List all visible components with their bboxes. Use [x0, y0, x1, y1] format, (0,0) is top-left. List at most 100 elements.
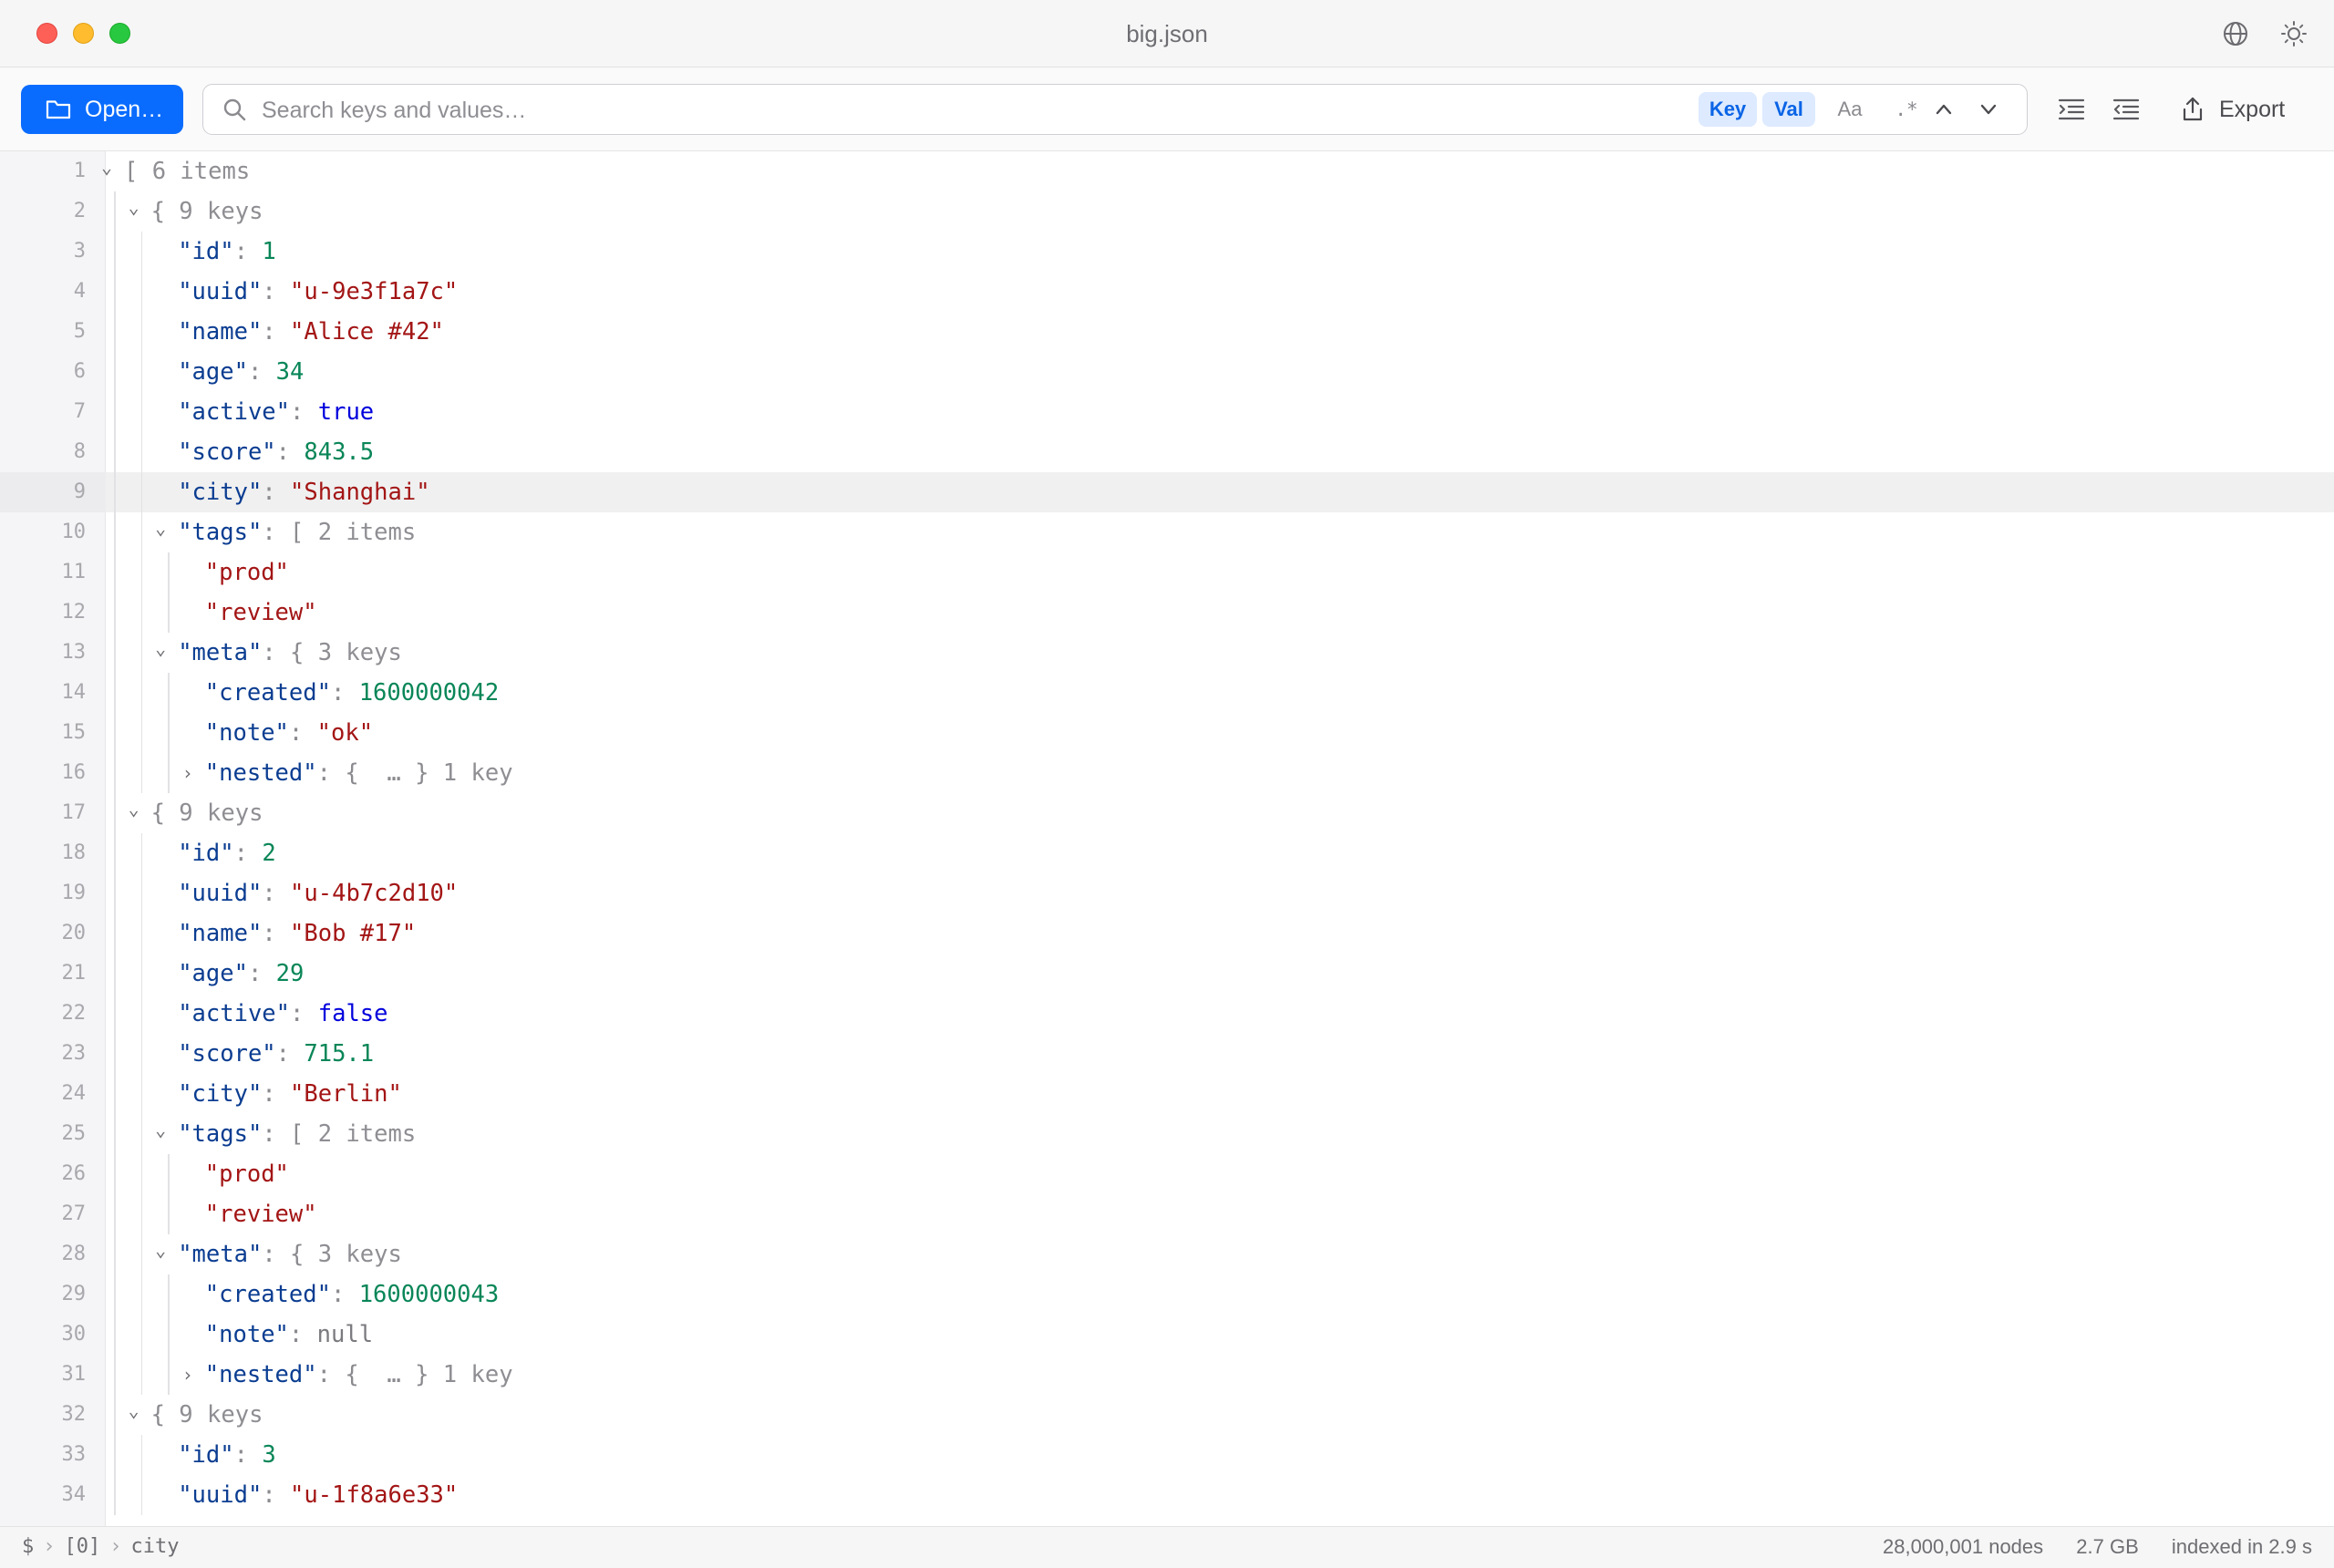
line-number: 28 [61, 1243, 87, 1265]
tree-row[interactable]: 27 "review" [0, 1194, 2334, 1234]
json-tree-view[interactable]: 1 ⌄[ 6 items 2 ⌄{ 9 keys 3 "id": 1 4 "uuid": "u… [0, 151, 2334, 1526]
tree-row[interactable]: 15 "note": "ok" [0, 713, 2334, 753]
json-token: : [ [262, 1120, 305, 1148]
code-line: "city": "Berlin" [178, 1074, 402, 1114]
chevron-down-icon[interactable]: ⌄ [151, 633, 170, 673]
indent-guide [114, 1395, 116, 1435]
breadcrumb-index[interactable]: [0] [65, 1535, 101, 1558]
json-token: 1600000043 [358, 1281, 500, 1308]
search-input[interactable] [260, 92, 1248, 129]
tree-row[interactable]: 28 ⌄ "meta": { 3 keys [0, 1234, 2334, 1274]
indent-guide [114, 432, 116, 472]
sun-icon[interactable] [2279, 19, 2308, 48]
line-number: 26 [61, 1162, 87, 1185]
chevron-right-icon[interactable]: › [179, 1355, 197, 1395]
tree-row[interactable]: 23 "score": 715.1 [0, 1034, 2334, 1074]
indent-guide [140, 1074, 143, 1114]
tree-row[interactable]: 16 › "nested": { … } 1 key [0, 753, 2334, 793]
tree-row[interactable]: 3 "id": 1 [0, 232, 2334, 272]
tree-row[interactable]: 14 "created": 1600000042 [0, 673, 2334, 713]
line-number: 16 [61, 761, 87, 784]
tree-row[interactable]: 24 "city": "Berlin" [0, 1074, 2334, 1114]
chevron-down-icon[interactable]: ⌄ [98, 151, 116, 191]
tree-row[interactable]: 21 "age": 29 [0, 954, 2334, 994]
code-line: "score": 843.5 [178, 432, 374, 472]
tree-row[interactable]: 13 ⌄ "meta": { 3 keys [0, 633, 2334, 673]
indent-guide [140, 873, 143, 913]
expand-all-icon[interactable] [2056, 93, 2087, 124]
indent-guide [140, 633, 143, 673]
chevron-down-icon[interactable]: ⌄ [151, 512, 170, 552]
tree-row[interactable]: 10 ⌄ "tags": [ 2 items [0, 512, 2334, 552]
indent-guide [168, 753, 170, 793]
indent-guide [140, 673, 143, 713]
tree-row[interactable]: 32 ⌄{ 9 keys [0, 1395, 2334, 1435]
chevron-down-icon[interactable]: ⌄ [125, 793, 143, 833]
match-case-toggle[interactable]: Aa [1824, 92, 1875, 127]
tree-row[interactable]: 25 ⌄ "tags": [ 2 items [0, 1114, 2334, 1154]
tree-row[interactable]: 34 "uuid": "u-1f8a6e33" [0, 1475, 2334, 1515]
chevron-right-icon: › [109, 1535, 122, 1558]
tree-row[interactable]: 20 "name": "Bob #17" [0, 913, 2334, 954]
json-token: : [233, 238, 263, 265]
json-token: "age" [178, 358, 248, 386]
chevron-down-icon[interactable]: ⌄ [151, 1114, 170, 1154]
json-token: "u-1f8a6e33" [290, 1481, 459, 1509]
chevron-down-icon[interactable]: ⌄ [125, 191, 143, 232]
breadcrumb-key[interactable]: city [131, 1535, 180, 1558]
indent-guide [114, 1034, 116, 1074]
tree-row[interactable]: 5 "name": "Alice #42" [0, 312, 2334, 352]
tree-row[interactable]: 2 ⌄{ 9 keys [0, 191, 2334, 232]
chevron-down-icon[interactable]: ⌄ [125, 1395, 143, 1435]
search-keys-toggle[interactable]: Key [1699, 92, 1757, 127]
indent-guide [140, 312, 143, 352]
tree-row[interactable]: 30 "note": null [0, 1315, 2334, 1355]
json-token: : [262, 880, 291, 907]
folder-icon [46, 100, 71, 119]
json-token: "score" [178, 1040, 276, 1068]
indent-guide [114, 352, 116, 392]
tree-row[interactable]: 9 "city": "Shanghai" [0, 472, 2334, 512]
regex-toggle[interactable]: .* [1881, 92, 1932, 127]
json-token: : [262, 1080, 291, 1108]
collapse-all-icon[interactable] [2111, 93, 2142, 124]
json-token: "tags" [178, 519, 263, 546]
tree-row[interactable]: 6 "age": 34 [0, 352, 2334, 392]
next-match-icon[interactable] [1976, 97, 2001, 122]
indent-guide [140, 1234, 143, 1274]
tree-row[interactable]: 8 "score": 843.5 [0, 432, 2334, 472]
tree-row[interactable]: 1 ⌄[ 6 items [0, 151, 2334, 191]
tree-row[interactable]: 11 "prod" [0, 552, 2334, 593]
close-window-button[interactable] [36, 23, 57, 44]
line-number: 7 [73, 400, 86, 423]
title-bar: big.json [0, 0, 2334, 67]
tree-row[interactable]: 12 "review" [0, 593, 2334, 633]
zoom-window-button[interactable] [109, 23, 130, 44]
code-line: "id": 1 [178, 232, 276, 272]
tree-row[interactable]: 19 "uuid": "u-4b7c2d10" [0, 873, 2334, 913]
search-values-toggle[interactable]: Val [1762, 92, 1815, 127]
json-token: : [262, 318, 291, 346]
export-button[interactable]: Export [2170, 84, 2307, 135]
minimize-window-button[interactable] [73, 23, 94, 44]
tree-row[interactable]: 33 "id": 3 [0, 1435, 2334, 1475]
tree-row[interactable]: 18 "id": 2 [0, 833, 2334, 873]
indent-guide [140, 713, 143, 753]
tree-row[interactable]: 29 "created": 1600000043 [0, 1274, 2334, 1315]
breadcrumb-root[interactable]: $ [22, 1535, 34, 1558]
globe-icon[interactable] [2221, 19, 2250, 48]
indent-guide [114, 593, 116, 633]
chevron-right-icon[interactable]: › [179, 753, 197, 793]
tree-row[interactable]: 7 "active": true [0, 392, 2334, 432]
indent-guide [114, 1315, 116, 1355]
indent-guide [114, 994, 116, 1034]
previous-match-icon[interactable] [1931, 97, 1957, 122]
json-token: "u-9e3f1a7c" [290, 278, 459, 305]
tree-row[interactable]: 26 "prod" [0, 1154, 2334, 1194]
chevron-down-icon[interactable]: ⌄ [151, 1234, 170, 1274]
tree-row[interactable]: 31 › "nested": { … } 1 key [0, 1355, 2334, 1395]
open-file-button[interactable]: Open… [21, 85, 183, 134]
tree-row[interactable]: 4 "uuid": "u-9e3f1a7c" [0, 272, 2334, 312]
tree-row[interactable]: 17 ⌄{ 9 keys [0, 793, 2334, 833]
tree-row[interactable]: 22 "active": false [0, 994, 2334, 1034]
